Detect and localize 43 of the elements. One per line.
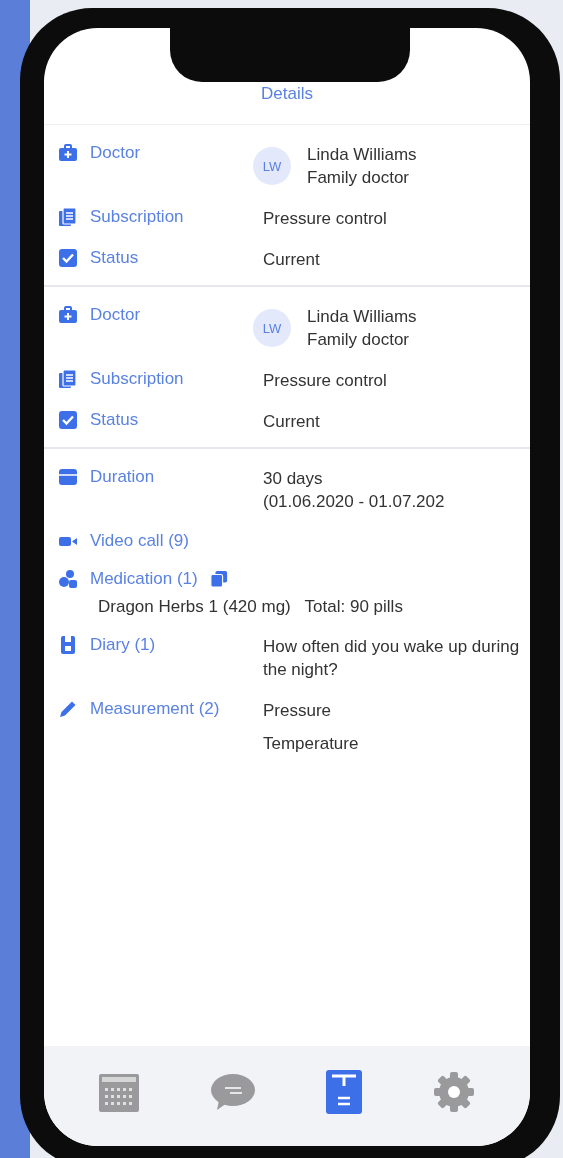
- doctor-name: Linda Williams: [307, 306, 417, 328]
- avatar: LW: [253, 147, 291, 185]
- doctor-role: Family doctor: [307, 329, 411, 351]
- value-text: Current: [263, 411, 321, 433]
- copy-icon: [209, 570, 228, 588]
- chat-bubble-icon: [209, 1072, 256, 1112]
- clipboard-icon: [58, 207, 78, 227]
- row-label: Medication (1): [90, 569, 198, 589]
- row-label: Status: [90, 248, 139, 268]
- doctor-role: Family doctor: [307, 167, 411, 189]
- row-label: Diary (1): [90, 635, 156, 655]
- row-label: Subscription: [90, 369, 184, 389]
- value-text: Pressure: [263, 700, 333, 722]
- row-label: Video call (9): [90, 531, 189, 551]
- value-text: 30 days: [263, 468, 324, 490]
- medical-bag-icon: [58, 305, 78, 325]
- clipboard-icon: [58, 369, 78, 389]
- document-icon: [326, 1070, 363, 1114]
- doctor-name: Linda Williams: [307, 144, 417, 166]
- value-text: Pressure control: [263, 208, 388, 230]
- medical-bag-icon: [58, 143, 78, 163]
- checkbox-icon: [58, 248, 78, 268]
- value-text: Current: [263, 249, 321, 271]
- screen-title: Details: [261, 84, 313, 104]
- value-text: (01.06.2020 - 01.07.202: [263, 491, 446, 513]
- settings-icon: [432, 1071, 475, 1113]
- notebook-icon: [58, 635, 78, 655]
- row-label: Status: [90, 410, 139, 430]
- row-label: Doctor: [90, 143, 141, 163]
- checkbox-icon: [58, 410, 78, 430]
- calendar-icon: [58, 467, 78, 487]
- value-text: Temperature: [263, 733, 360, 755]
- row-label: Doctor: [90, 305, 141, 325]
- pencil-icon: [58, 699, 78, 719]
- value-text: How often did you wake up during the night?: [263, 636, 521, 681]
- medication-detail: Dragon Herbs 1 (420 mg) Total: 90 pills: [98, 597, 404, 617]
- row-label: Subscription: [90, 207, 184, 227]
- row-label: Duration: [90, 467, 155, 487]
- calendar-icon: [99, 1072, 140, 1112]
- value-text: Pressure control: [263, 370, 388, 392]
- pills-icon: [58, 569, 78, 589]
- row-label: Measurement (2): [90, 699, 220, 719]
- avatar: LW: [253, 309, 291, 347]
